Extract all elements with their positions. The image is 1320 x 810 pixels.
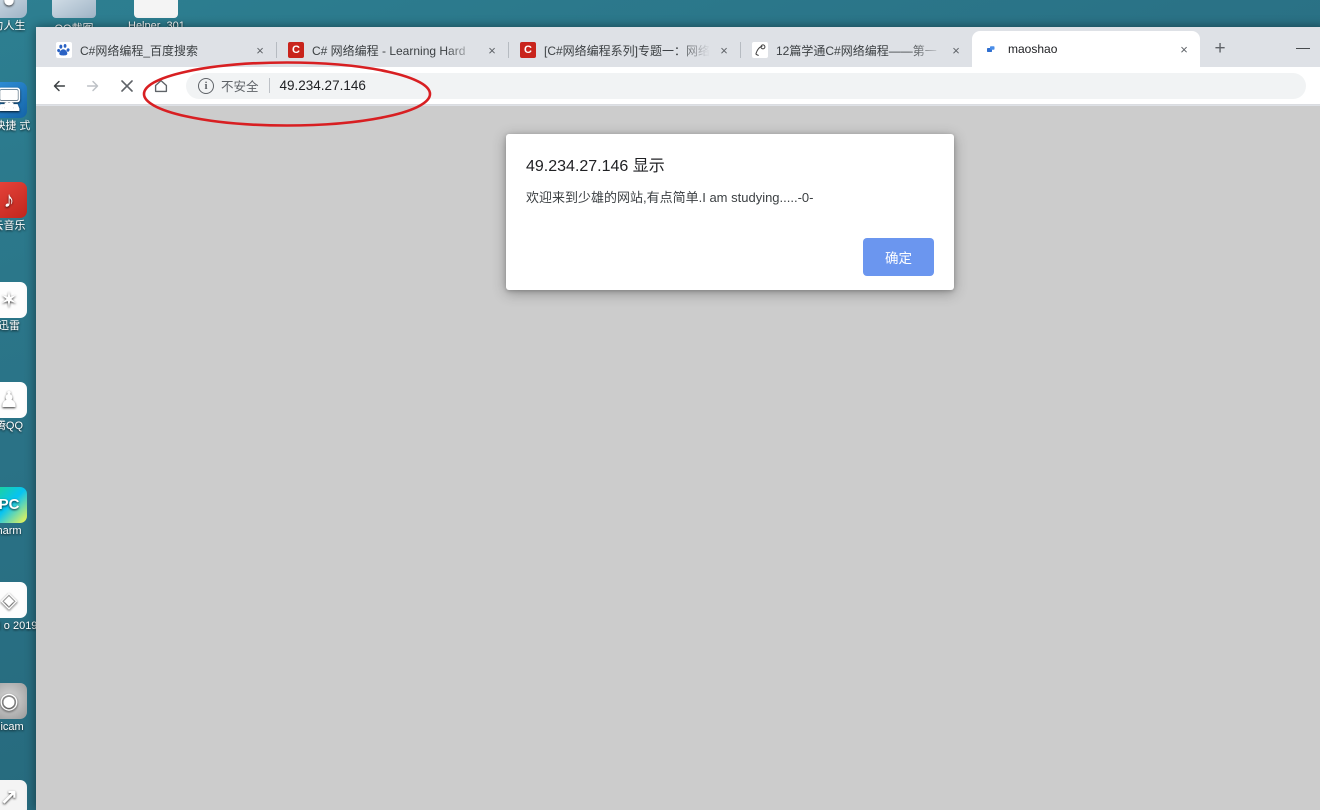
- desktop-icon-6-label: sual o 2019: [0, 620, 38, 632]
- dialog-message: 欢迎来到少雄的网站,有点简单.I am studying.....-0-: [526, 190, 814, 205]
- desktop-icon-2-label: 云音乐: [0, 220, 26, 232]
- site-icon: [752, 42, 768, 58]
- qq-icon: ♟: [0, 382, 27, 418]
- desktop-icon-5[interactable]: PC harm: [0, 487, 40, 537]
- browser-tab-2-title: [C#网络编程系列]专题一：网络: [544, 43, 710, 58]
- desktop-icon-5-label: harm: [0, 525, 22, 537]
- browser-tab-2[interactable]: C [C#网络编程系列]专题一：网络 ×: [508, 33, 741, 67]
- close-icon[interactable]: ×: [250, 40, 270, 60]
- dialog-title: 49.234.27.146 显示: [526, 158, 665, 175]
- document-icon: [134, 0, 179, 18]
- minimize-button[interactable]: —: [1280, 30, 1320, 64]
- desktop-icon-2[interactable]: ♪ 云音乐: [0, 182, 40, 232]
- browser-tab-3[interactable]: 12篇学通C#网络编程——第一 ×: [740, 33, 973, 67]
- desktop-icon-0-label: 力人生: [0, 20, 26, 32]
- desktop-icon-3[interactable]: ✶ 迅雷: [0, 282, 40, 332]
- back-button[interactable]: [44, 71, 74, 101]
- desktop-icon-7-label: dicam: [0, 721, 24, 733]
- app-icon: ●: [0, 0, 27, 18]
- security-status-label: 不安全: [221, 80, 259, 94]
- browser-tab-0[interactable]: C#网络编程_百度搜索 ×: [44, 33, 277, 67]
- browser-toolbar: i 不安全 49.234.27.146: [36, 67, 1320, 105]
- desktop-icon-3-label: 迅雷: [0, 320, 20, 332]
- close-icon[interactable]: ×: [482, 40, 502, 60]
- window-controls: —: [1280, 27, 1320, 67]
- pycharm-icon: PC: [0, 487, 27, 523]
- home-button[interactable]: [146, 71, 176, 101]
- address-bar[interactable]: i 不安全 49.234.27.146: [186, 72, 1306, 99]
- new-tab-button[interactable]: +: [1206, 35, 1234, 63]
- page-viewport: 49.234.27.146 显示 欢迎来到少雄的网站,有点简单.I am stu…: [36, 106, 1320, 810]
- stop-loading-button[interactable]: [112, 71, 142, 101]
- browser-tab-0-title: C#网络编程_百度搜索: [80, 43, 199, 58]
- browser-tab-4-title: maoshao: [1008, 42, 1058, 56]
- shortcut-icon: ↗: [0, 780, 27, 810]
- url-text: 49.234.27.146: [279, 78, 366, 93]
- baidu-paw-icon: [56, 42, 72, 58]
- visual-studio-icon: ◈: [0, 582, 27, 618]
- javascript-alert-dialog: 49.234.27.146 显示 欢迎来到少雄的网站,有点简单.I am stu…: [506, 134, 954, 290]
- computer-icon: 🖥: [0, 82, 27, 118]
- cnblogs-c-icon: C: [520, 42, 536, 58]
- maoshao-icon: [984, 41, 1000, 57]
- info-circle-icon[interactable]: i: [198, 77, 214, 94]
- tab-strip: C#网络编程_百度搜索 × C C# 网络编程 - Learning Hard …: [36, 27, 1320, 67]
- screenshot-icon: [52, 0, 96, 18]
- browser-tab-3-title: 12篇学通C#网络编程——第一: [776, 43, 937, 58]
- browser-tab-4[interactable]: maoshao ×: [972, 31, 1200, 67]
- desktop-icon-1-label: - 快捷 式: [0, 120, 31, 132]
- desktop-icon-8[interactable]: ↗: [0, 780, 40, 810]
- bandicam-icon: ◉: [0, 683, 27, 719]
- cnblogs-c-icon: C: [288, 42, 304, 58]
- netease-music-icon: ♪: [0, 182, 27, 218]
- close-icon[interactable]: ×: [1174, 39, 1194, 59]
- browser-tab-1-title: C# 网络编程 - Learning Hard: [312, 43, 466, 58]
- desktop-icon-4[interactable]: ♟ 腾QQ: [0, 382, 40, 432]
- desktop-icon-0[interactable]: ● 力人生: [0, 0, 40, 32]
- forward-button[interactable]: [78, 71, 108, 101]
- dialog-actions: 确定: [526, 238, 934, 276]
- desktop-icon-6[interactable]: ◈ sual o 2019: [0, 582, 40, 632]
- close-icon[interactable]: ×: [714, 40, 734, 60]
- close-icon[interactable]: ×: [946, 40, 966, 60]
- browser-tab-1[interactable]: C C# 网络编程 - Learning Hard ×: [276, 33, 509, 67]
- desktop-icon-1[interactable]: 🖥 - 快捷 式: [0, 82, 40, 132]
- thunder-icon: ✶: [0, 282, 27, 318]
- desktop-icon-7[interactable]: ◉ dicam: [0, 683, 40, 733]
- desktop-icon-4-label: 腾QQ: [0, 420, 24, 432]
- omnibox-divider: [268, 78, 270, 93]
- dialog-ok-button[interactable]: 确定: [863, 238, 934, 276]
- browser-window: C#网络编程_百度搜索 × C C# 网络编程 - Learning Hard …: [36, 27, 1320, 810]
